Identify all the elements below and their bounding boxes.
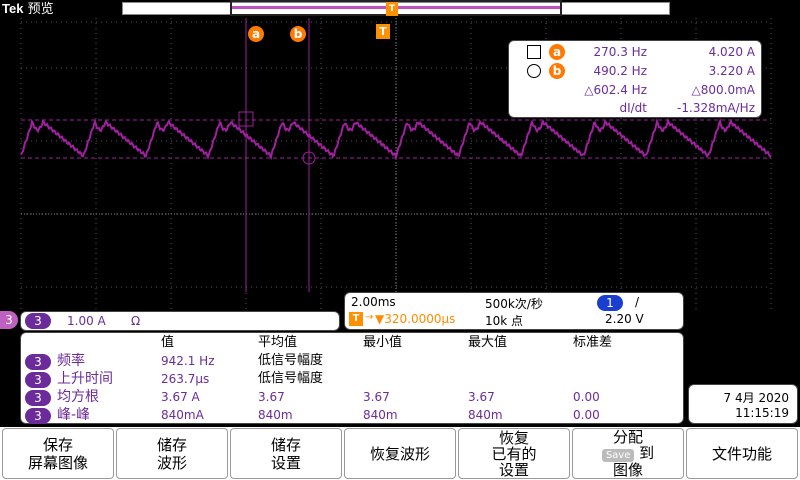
top-bar: Tek 预览 (0, 0, 800, 18)
trigger-marker[interactable]: T (376, 24, 390, 39)
cursor-a-badge: a (549, 44, 565, 60)
trigger-icon: T (349, 312, 363, 326)
measurement-value: 263.7µs (161, 372, 210, 386)
measurement-mean: 低信号幅度 (258, 353, 324, 368)
record-length: 10k 点 (485, 314, 524, 328)
save-screen-image-button[interactable]: 保存 屏幕图像 (2, 428, 114, 479)
measurement-std: 0.00 (573, 408, 600, 422)
cursor-b-amplitude: 3.220 A (708, 64, 755, 78)
measurement-value: 3.67 A (161, 390, 200, 404)
measurement-name: 频率 (57, 353, 85, 369)
measurement-name: 上升时间 (57, 371, 113, 387)
time: 11:15:19 (735, 406, 789, 420)
measurement-value: 942.1 Hz (161, 354, 215, 368)
header-min: 最小值 (363, 335, 403, 350)
date: 7 4月 2020 (723, 391, 789, 405)
bottom-menu: 保存 屏幕图像 储存 波形 储存 设置 恢复波形 恢复 已有的 设置 分配 Sa… (0, 427, 800, 480)
sample-rate: 500k次/秒 (485, 297, 543, 311)
measurement-value: 840mA (161, 408, 204, 422)
header-value: 值 (161, 335, 175, 350)
trigger-position-marker[interactable]: T (386, 2, 398, 16)
brand: Tek 预览 (2, 0, 54, 18)
trigger-source-badge: 1 (597, 295, 623, 311)
cursor-a-amplitude: 4.020 A (708, 45, 755, 59)
cursor-b-marker[interactable]: b (290, 23, 306, 42)
measurement-table: 值 平均值 最小值 最大值 标准差 3 频率 942.1 Hz 低信号幅度 3 … (20, 332, 684, 424)
time-scale: 2.00ms (351, 295, 396, 309)
channel-3-badge: 3 (25, 313, 51, 329)
file-utilities-button[interactable]: 文件功能 (686, 428, 798, 479)
save-waveform-button[interactable]: 储存 波形 (116, 428, 228, 479)
cursor-readout-panel: a 270.3 Hz 4.020 A b 490.2 Hz 3.220 A △6… (508, 40, 762, 118)
trigger-slope-icon: / (635, 295, 640, 309)
cursor-a-frequency: 270.3 Hz (593, 45, 648, 59)
trigger-level: 2.20 V (605, 312, 644, 326)
assign-save-button[interactable]: 分配 Save 到 图像 (572, 428, 684, 479)
delta-frequency: △602.4 Hz (584, 83, 647, 97)
measurement-mean: 840m (258, 408, 293, 422)
cursor-b-row: b 490.2 Hz 3.220 A (509, 62, 763, 80)
measurement-name: 峰-峰 (57, 407, 91, 423)
cursor-b-badge: b (549, 63, 565, 79)
measurement-mean: 3.67 (258, 390, 285, 404)
slope-label: dI/dt (619, 101, 647, 115)
measurement-max: 840m (468, 408, 503, 422)
timebase-panel[interactable]: 2.00ms 500k次/秒 T → ▼320.0000µs 10k 点 1 /… (344, 292, 684, 330)
measurement-max: 3.67 (468, 390, 495, 404)
delta-amplitude: △800.0mA (691, 83, 755, 97)
measurement-min: 3.67 (363, 390, 390, 404)
channel-3-scale-panel[interactable]: 3 1.00 A Ω (20, 311, 340, 331)
channel-3-ground-marker[interactable]: 3 (0, 311, 18, 329)
trigger-position: ▼320.0000µs (375, 312, 456, 326)
brand-logo: Tek (2, 1, 24, 16)
measurement-min: 840m (363, 408, 398, 422)
cursor-delta-row: △602.4 Hz △800.0mA (509, 81, 763, 99)
arrow-right-icon: → (365, 312, 374, 323)
channel-3-scale: 1.00 A (67, 314, 106, 328)
save-setup-button[interactable]: 储存 设置 (230, 428, 342, 479)
mode-label: 预览 (27, 2, 54, 17)
header-mean: 平均值 (258, 335, 298, 350)
impedance-icon: Ω (131, 314, 141, 328)
cursor-b-frequency: 490.2 Hz (593, 64, 648, 78)
header-std: 标准差 (573, 335, 613, 350)
recall-waveform-button[interactable]: 恢复波形 (344, 428, 456, 479)
circle-icon (527, 64, 541, 78)
recall-setup-button[interactable]: 恢复 已有的 设置 (458, 428, 570, 479)
measurement-mean: 低信号幅度 (258, 371, 324, 386)
cursor-slope-row: dI/dt -1.328mA/Hz (509, 99, 763, 117)
measurement-name: 均方根 (57, 389, 99, 405)
cursor-a-row: a 270.3 Hz 4.020 A (509, 43, 763, 61)
header-max: 最大值 (468, 335, 508, 350)
measurement-std: 0.00 (573, 390, 600, 404)
cursor-a-marker[interactable]: a (248, 23, 264, 42)
slope-value: -1.328mA/Hz (677, 101, 755, 115)
datetime-panel[interactable]: 7 4月 2020 11:15:19 (688, 384, 798, 424)
square-icon (527, 45, 541, 59)
